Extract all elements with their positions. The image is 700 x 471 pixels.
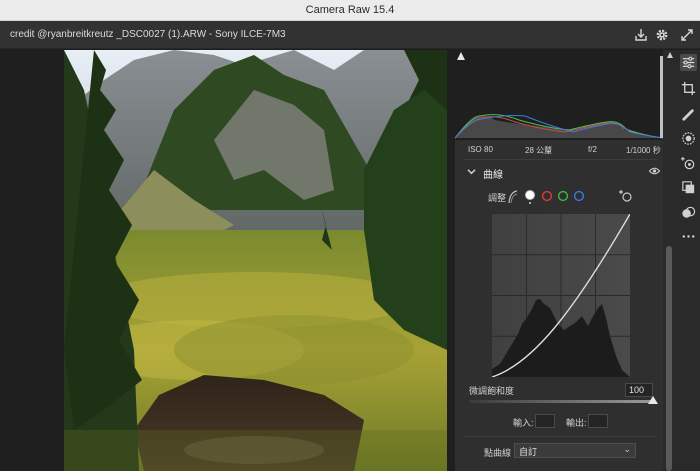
- fullscreen-icon[interactable]: [679, 27, 695, 43]
- healing-icon[interactable]: [680, 106, 697, 123]
- file-info: credit @ryanbreitkreutz _DSC0027 (1).ARW…: [10, 29, 286, 40]
- histogram: [454, 50, 674, 140]
- crop-icon[interactable]: [680, 80, 697, 97]
- blue-channel-icon[interactable]: [573, 190, 585, 202]
- document-header: credit @ryanbreitkreutz _DSC0027 (1).ARW…: [0, 21, 700, 49]
- panel-scrollbar[interactable]: [666, 246, 672, 471]
- targeted-adjustment-icon[interactable]: [619, 189, 633, 203]
- gear-icon[interactable]: [654, 27, 670, 43]
- divider: [465, 436, 657, 437]
- window-title: Camera Raw 15.4: [305, 4, 395, 16]
- exif-bar: ISO 80 28 公釐 f/2 1/1000 秒: [455, 140, 663, 158]
- red-channel-icon[interactable]: [541, 190, 553, 202]
- shadow-clipping-icon[interactable]: [457, 52, 465, 60]
- refine-saturation-slider-thumb[interactable]: [648, 396, 658, 404]
- exif-shutter: 1/1000 秒: [626, 146, 661, 155]
- output-label: 輸出:: [566, 418, 587, 428]
- tone-curve-graph: [491, 213, 631, 378]
- canvas-background: [0, 50, 64, 471]
- curve-section-title: 曲線: [483, 170, 503, 181]
- green-channel-icon[interactable]: [557, 190, 569, 202]
- point-curve-selected-value: 自訂: [519, 447, 538, 457]
- edit-panel: ISO 80 28 公釐 f/2 1/1000 秒 曲線 調整 微調飽和度 10…: [454, 50, 674, 471]
- exif-aperture: f/2: [588, 145, 597, 154]
- curve-adjust-row: 調整: [455, 186, 663, 208]
- eye-icon[interactable]: [649, 166, 660, 176]
- window-titlebar: Camera Raw 15.4: [0, 0, 700, 21]
- input-label: 輸入:: [513, 418, 534, 428]
- refine-saturation-label: 微調飽和度: [469, 386, 515, 396]
- snapshot-icon[interactable]: [680, 179, 697, 196]
- tool-strip: [677, 50, 700, 471]
- output-value-field[interactable]: [588, 414, 608, 428]
- chevron-down-icon[interactable]: [467, 167, 476, 176]
- edit-sliders-icon[interactable]: [680, 54, 697, 71]
- more-icon[interactable]: [680, 228, 697, 245]
- refine-saturation-slider[interactable]: [469, 400, 653, 403]
- scroll-up-arrow-icon[interactable]: [667, 52, 673, 58]
- point-curve-select[interactable]: 自訂 ⌄: [514, 443, 636, 458]
- chevron-down-icon: ⌄: [623, 444, 631, 454]
- adjust-label: 調整: [488, 193, 507, 203]
- exif-focal: 28 公釐: [525, 146, 553, 155]
- white-channel-point-curve-icon[interactable]: [524, 189, 536, 205]
- redeye-icon[interactable]: [680, 155, 697, 172]
- landscape-photo-image: [64, 50, 447, 471]
- histogram-graph: [454, 56, 664, 139]
- refine-saturation-value-field[interactable]: 100: [625, 383, 653, 397]
- curve-section-header[interactable]: 曲線: [455, 160, 663, 182]
- point-curve-label: 點曲線: [484, 448, 512, 458]
- panel-separator: [447, 50, 455, 471]
- mask-icon[interactable]: [680, 130, 697, 147]
- tone-curve-editor[interactable]: [491, 213, 631, 378]
- photo-preview[interactable]: [64, 50, 447, 471]
- parametric-curve-icon[interactable]: [507, 190, 519, 204]
- presets-icon[interactable]: [680, 204, 697, 221]
- save-icon[interactable]: [633, 27, 649, 43]
- input-value-field[interactable]: [535, 414, 555, 428]
- exif-iso: ISO 80: [468, 145, 493, 154]
